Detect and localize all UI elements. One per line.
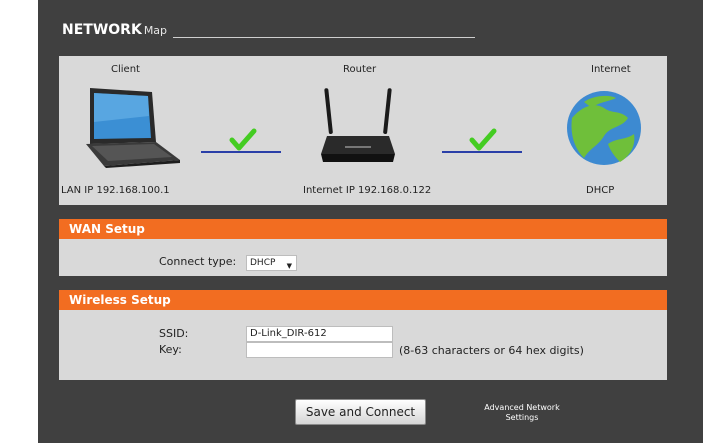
advanced-link-line2: Settings (505, 413, 539, 422)
router-ip: Internet IP 192.168.0.122 (303, 185, 432, 196)
key-label: Key: (159, 343, 182, 356)
wan-setup-heading: WAN Setup (59, 219, 667, 239)
page-title: NETWORK Map (62, 22, 167, 38)
ssid-label: SSID: (159, 327, 189, 340)
key-hint: (8-63 characters or 64 hex digits) (399, 344, 584, 357)
wireless-setup-heading: Wireless Setup (59, 290, 667, 310)
internet-status: DHCP (586, 185, 615, 196)
advanced-link-line1: Advanced Network (484, 403, 560, 412)
globe-icon (567, 91, 641, 165)
key-input[interactable] (246, 342, 393, 358)
router-icon (321, 88, 395, 162)
wan-setup-panel: Connect type: DHCP ▼ (59, 239, 667, 276)
connect-type-value: DHCP (250, 258, 276, 268)
client-label: Client (111, 64, 140, 75)
connect-type-select[interactable]: DHCP ▼ (246, 255, 297, 271)
internet-label: Internet (591, 64, 631, 75)
page-title-main: NETWORK (62, 22, 142, 38)
ssid-input[interactable]: D-Link_DIR-612 (246, 326, 393, 342)
router-label: Router (343, 64, 377, 75)
save-and-connect-button[interactable]: Save and Connect (295, 399, 426, 425)
advanced-network-settings-link[interactable]: Advanced Network Settings (478, 403, 566, 423)
client-ip: LAN IP 192.168.100.1 (61, 185, 170, 196)
title-divider (173, 37, 475, 38)
page-title-sub: Map (143, 24, 168, 37)
connect-type-label: Connect type: (159, 255, 237, 268)
laptop-icon (86, 88, 180, 168)
network-map-panel: Client Router Internet LAN IP 192.168.10… (59, 56, 667, 205)
check-icon (229, 128, 257, 151)
check-icon (469, 128, 497, 151)
chevron-down-icon: ▼ (286, 262, 292, 270)
wireless-setup-panel: SSID: D-Link_DIR-612 Key: (8-63 characte… (59, 310, 667, 380)
